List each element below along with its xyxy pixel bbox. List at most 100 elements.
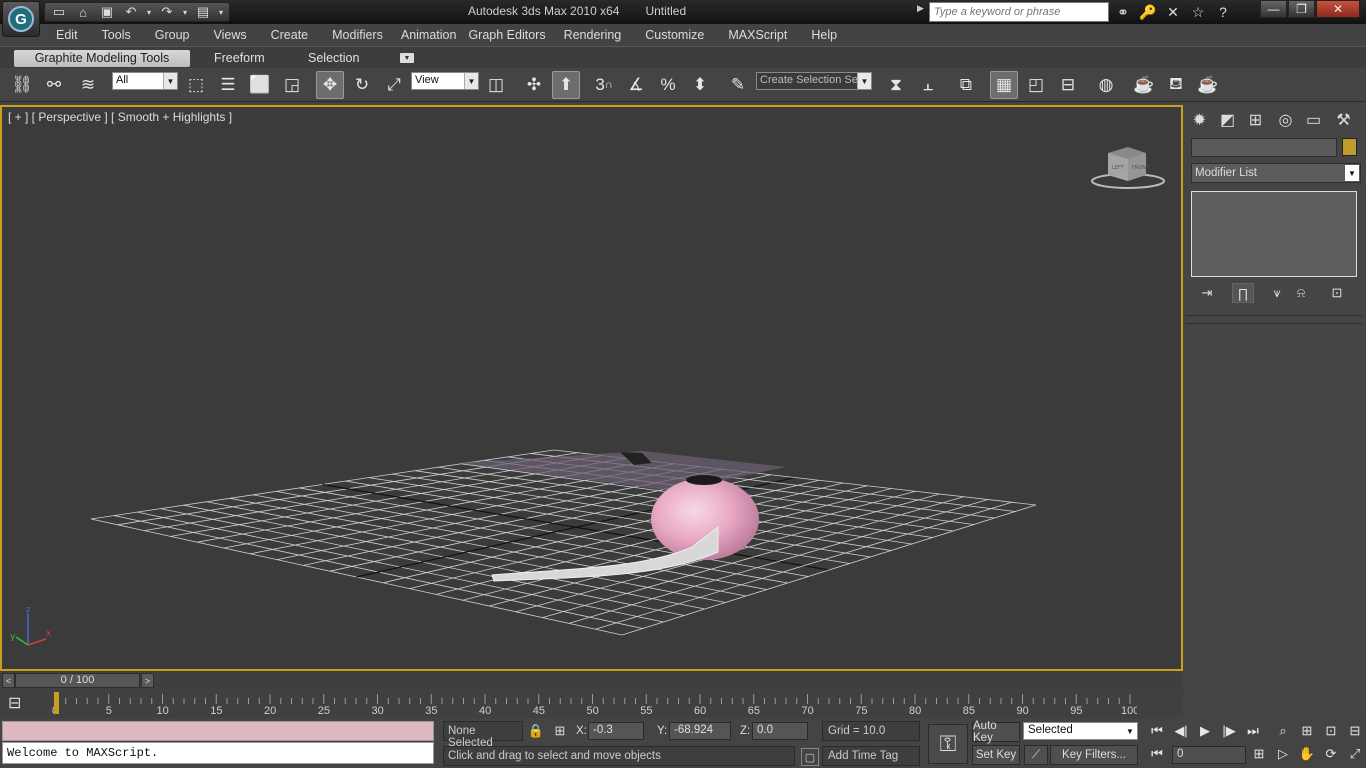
rendered-frame-window-icon[interactable]: ⛾: [1162, 71, 1190, 99]
open-file-icon[interactable]: ⌂: [72, 3, 94, 21]
key-mode-dropdown[interactable]: Selected ▼: [1023, 722, 1138, 740]
menu-rendering[interactable]: Rendering: [552, 28, 634, 42]
redo-icon[interactable]: ↷: [156, 3, 178, 21]
orbit-icon[interactable]: ⟳: [1320, 744, 1342, 764]
zoom-extents-icon[interactable]: ⊡: [1320, 721, 1342, 741]
subscription-icon[interactable]: 🔑: [1137, 2, 1159, 22]
maximize-viewport-icon[interactable]: ⤢: [1344, 744, 1366, 764]
show-end-result-icon[interactable]: ∏: [1232, 283, 1254, 303]
time-configuration-icon[interactable]: ⊞: [1248, 744, 1270, 764]
tab-graphite-modeling-tools[interactable]: Graphite Modeling Tools: [14, 50, 190, 67]
select-and-rotate-icon[interactable]: ↻: [348, 71, 376, 99]
play-icon[interactable]: ▶: [1194, 721, 1216, 741]
menu-maxscript[interactable]: MAXScript: [716, 28, 799, 42]
snaps-toggle-icon[interactable]: 3 ∩: [590, 71, 618, 99]
set-key-button[interactable]: Set Key: [972, 745, 1020, 765]
utilities-panel-icon[interactable]: ⚒: [1330, 107, 1357, 133]
selection-filter-dropdown[interactable]: All ▼: [112, 72, 178, 90]
quick-render-icon[interactable]: ☕: [1194, 71, 1222, 99]
frame-ruler[interactable]: 0510152025303540455055606570758085909510…: [52, 690, 1137, 718]
schematic-view-icon[interactable]: ⊟: [1054, 71, 1082, 99]
window-crossing-icon[interactable]: ◲: [278, 71, 306, 99]
object-name-field[interactable]: [1191, 138, 1337, 157]
pan-view-icon[interactable]: ✋: [1296, 744, 1318, 764]
new-file-icon[interactable]: ▭: [48, 3, 70, 21]
reference-coordinate-dropdown[interactable]: View ▼: [411, 72, 479, 90]
lock-selection-icon[interactable]: 🔒: [527, 722, 545, 740]
curve-editor-icon[interactable]: ◰: [1022, 71, 1050, 99]
zoom-all-icon[interactable]: ⊞: [1296, 721, 1318, 741]
angle-snap-icon[interactable]: ∡: [622, 71, 650, 99]
select-by-name-icon[interactable]: ☰: [214, 71, 242, 99]
select-object-icon[interactable]: ⬚: [182, 71, 210, 99]
search-input[interactable]: [929, 2, 1109, 22]
make-unique-icon[interactable]: ⩛: [1266, 283, 1288, 303]
select-and-move-icon[interactable]: ✥: [316, 71, 344, 99]
time-slider-thumb[interactable]: 0 / 100: [15, 673, 140, 688]
set-keys-key-icon[interactable]: ⚿: [928, 724, 968, 764]
modify-panel-icon[interactable]: ◩: [1214, 107, 1241, 133]
next-key-icon[interactable]: |▶: [1218, 721, 1240, 741]
menu-create[interactable]: Create: [259, 28, 321, 42]
tab-selection[interactable]: Selection: [300, 50, 367, 67]
z-coordinate-field[interactable]: 0.0: [752, 722, 808, 740]
hierarchy-panel-icon[interactable]: ⊞: [1242, 107, 1269, 133]
align-icon[interactable]: ⫠: [914, 71, 942, 99]
display-panel-icon[interactable]: ▭: [1300, 107, 1327, 133]
minimize-button[interactable]: —: [1260, 0, 1287, 18]
undo-icon[interactable]: ↶: [120, 3, 142, 21]
binoculars-icon[interactable]: ⚭: [1112, 2, 1134, 22]
manipulate-icon[interactable]: ✣: [520, 71, 548, 99]
maxscript-listener-input[interactable]: [2, 721, 434, 741]
modifier-stack[interactable]: [1191, 191, 1357, 277]
tab-freeform[interactable]: Freeform: [206, 50, 273, 67]
object-color-swatch[interactable]: [1342, 138, 1357, 156]
layer-manager-icon[interactable]: ⧉: [952, 71, 980, 99]
graphite-modeling-toggle-icon[interactable]: ▦: [990, 71, 1018, 99]
menu-modifiers[interactable]: Modifiers: [320, 28, 395, 42]
edit-named-selection-icon[interactable]: ✎: [724, 71, 752, 99]
redo-dropdown-icon[interactable]: ▾: [180, 3, 190, 21]
go-to-end-icon[interactable]: ⏭: [1242, 721, 1264, 741]
material-editor-icon[interactable]: ◍: [1092, 71, 1120, 99]
communication-icon[interactable]: ✕: [1162, 2, 1184, 22]
viewcube[interactable]: LEFT FRONT: [1090, 145, 1168, 191]
search-expand-icon[interactable]: ▶: [917, 3, 929, 21]
percent-snap-icon[interactable]: %: [654, 71, 682, 99]
keyboard-shortcut-override-icon[interactable]: ⬆: [552, 71, 580, 99]
default-in-out-tangents-icon[interactable]: ⟋: [1024, 745, 1048, 765]
time-tag-icon[interactable]: ▢: [801, 748, 819, 766]
y-coordinate-field[interactable]: -68.924: [669, 722, 731, 740]
field-of-view-icon[interactable]: ▷: [1272, 744, 1294, 764]
named-selection-set-dropdown[interactable]: Create Selection Se ▼: [756, 72, 872, 90]
next-frame-icon[interactable]: >: [141, 673, 154, 688]
menu-group[interactable]: Group: [143, 28, 202, 42]
menu-views[interactable]: Views: [201, 28, 258, 42]
rectangular-selection-icon[interactable]: ⬜: [246, 71, 274, 99]
x-coordinate-field[interactable]: -0.3: [588, 722, 644, 740]
help-icon[interactable]: ?: [1212, 2, 1234, 22]
menu-animation[interactable]: Animation: [395, 28, 463, 42]
motion-panel-icon[interactable]: ◎: [1272, 107, 1299, 133]
key-mode-toggle-icon[interactable]: ⏮: [1146, 744, 1168, 764]
pin-stack-icon[interactable]: ⇥: [1196, 283, 1218, 303]
menu-help[interactable]: Help: [799, 28, 849, 42]
perspective-viewport[interactable]: [ + ] [ Perspective ] [ Smooth + Highlig…: [0, 105, 1183, 671]
menu-edit[interactable]: Edit: [44, 28, 90, 42]
project-folder-icon[interactable]: ▤: [192, 3, 214, 21]
app-menu-button[interactable]: G: [2, 1, 40, 37]
key-filters-button[interactable]: Key Filters...: [1050, 745, 1138, 765]
undo-dropdown-icon[interactable]: ▾: [144, 3, 154, 21]
ribbon-minimize-icon[interactable]: ▼: [400, 53, 414, 63]
save-file-icon[interactable]: ▣: [96, 3, 118, 21]
pivot-center-icon[interactable]: ◫: [482, 71, 510, 99]
remove-modifier-icon[interactable]: ⍾: [1290, 283, 1312, 303]
maximize-button[interactable]: ❐: [1288, 0, 1315, 18]
auto-key-button[interactable]: Auto Key: [972, 720, 1020, 744]
configure-modifier-sets-icon[interactable]: ⊡: [1326, 283, 1348, 303]
go-to-start-icon[interactable]: ⏮: [1146, 721, 1168, 741]
create-panel-icon[interactable]: ✹: [1186, 107, 1213, 133]
menu-customize[interactable]: Customize: [633, 28, 716, 42]
menu-graph-editors[interactable]: Graph Editors: [462, 28, 551, 42]
mini-curve-editor-icon[interactable]: ⊟: [8, 693, 32, 715]
